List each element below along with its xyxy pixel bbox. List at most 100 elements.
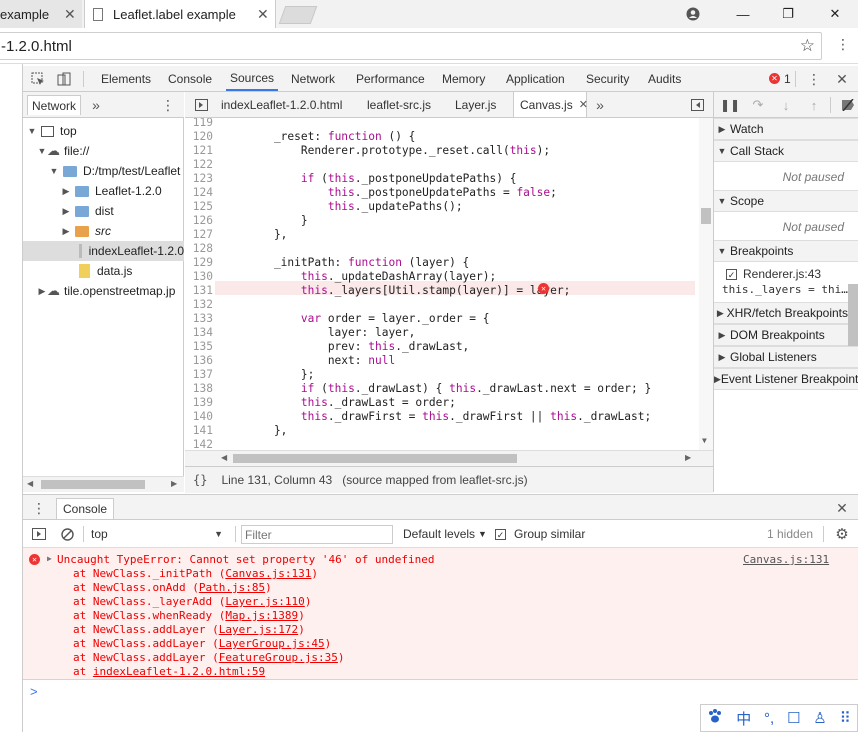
breakpoint-item[interactable]: ✓ Renderer.js:43 bbox=[726, 267, 821, 281]
navigator-scrollbar[interactable]: ◀ ▶ bbox=[23, 476, 184, 492]
expand-arrow-icon[interactable]: ▶ bbox=[61, 186, 71, 197]
ime-menu-icon[interactable]: ⠿ bbox=[840, 709, 851, 727]
line-number[interactable]: 142 bbox=[185, 438, 213, 450]
error-marker-icon[interactable]: ✕ bbox=[538, 283, 549, 294]
log-levels-dropdown[interactable]: Default levels ▼ bbox=[403, 525, 487, 543]
inspect-icon[interactable] bbox=[29, 70, 47, 88]
line-number[interactable]: 120 bbox=[185, 130, 213, 143]
line-number[interactable]: 121 bbox=[185, 144, 213, 157]
error-text[interactable]: Uncaught TypeError: Cannot set property … bbox=[57, 553, 435, 566]
scroll-left-icon[interactable]: ◀ bbox=[221, 453, 227, 462]
panel-tab-memory[interactable]: Memory bbox=[442, 66, 485, 91]
panel-tab-performance[interactable]: Performance bbox=[356, 66, 425, 91]
editor-horizontal-scrollbar[interactable]: ◀ ▶ bbox=[185, 450, 713, 466]
panel-tab-application[interactable]: Application bbox=[506, 66, 565, 91]
profile-icon[interactable] bbox=[670, 0, 716, 28]
section-breakpoints[interactable]: ▼ Breakpoints bbox=[714, 240, 858, 262]
line-number[interactable]: 138 bbox=[185, 382, 213, 395]
ime-lang-icon[interactable]: 中 bbox=[736, 708, 751, 729]
ime-toolbar[interactable]: 中 °, ☐ ♙ ⠿ bbox=[700, 704, 858, 732]
line-number[interactable]: 133 bbox=[185, 312, 213, 325]
scrollbar-thumb[interactable] bbox=[41, 480, 145, 489]
panel-tab-console[interactable]: Console bbox=[168, 66, 212, 91]
more-options-icon[interactable]: ⋮ bbox=[807, 70, 821, 88]
toggle-debugger-icon[interactable] bbox=[689, 96, 705, 114]
line-number[interactable]: 123 bbox=[185, 172, 213, 185]
stack-frame-link[interactable]: Map.js:1389 bbox=[225, 609, 298, 622]
tree-item-folder[interactable]: ▶ dist bbox=[23, 201, 184, 221]
section-watch[interactable]: ▶ Watch bbox=[714, 118, 858, 140]
section-event-listener-breakpoints[interactable]: ▶ Event Listener Breakpoints bbox=[714, 368, 858, 390]
line-number[interactable]: 131 bbox=[185, 284, 213, 297]
stack-frame[interactable]: at NewClass.addLayer (LayerGroup.js:45) bbox=[73, 637, 331, 650]
line-number[interactable]: 136 bbox=[185, 354, 213, 367]
error-source-link[interactable]: Canvas.js:131 bbox=[743, 553, 829, 566]
star-icon[interactable]: ☆ bbox=[800, 36, 815, 56]
scrollbar-thumb[interactable] bbox=[233, 454, 517, 463]
ime-user-icon[interactable]: ♙ bbox=[813, 709, 826, 727]
close-icon[interactable]: ✕ bbox=[579, 98, 588, 111]
chevron-right-icon[interactable]: » bbox=[89, 96, 103, 114]
toggle-navigator-icon[interactable] bbox=[193, 96, 209, 114]
close-devtools-icon[interactable]: ✕ bbox=[835, 70, 849, 88]
tree-item-file[interactable]: data.js bbox=[23, 261, 184, 281]
group-similar-checkbox[interactable]: ✓ bbox=[495, 528, 506, 540]
panel-tab-audits[interactable]: Audits bbox=[648, 66, 681, 91]
code-editor[interactable]: 119 120 _reset: function () {121 Renderer… bbox=[185, 118, 713, 450]
expand-arrow-icon[interactable]: ▶ bbox=[47, 554, 52, 563]
line-number[interactable]: 139 bbox=[185, 396, 213, 409]
close-drawer-icon[interactable]: ✕ bbox=[835, 499, 849, 517]
tree-item-folder[interactable]: ▶ Leaflet-1.2.0 bbox=[23, 181, 184, 201]
stack-frame-link[interactable]: indexLeaflet-1.2.0.html:59 bbox=[93, 665, 265, 678]
minimize-button[interactable]: — bbox=[720, 0, 766, 28]
panel-tab-sources[interactable]: Sources bbox=[226, 66, 279, 91]
close-window-button[interactable]: ✕ bbox=[812, 0, 858, 28]
close-icon[interactable]: ✕ bbox=[257, 6, 269, 23]
line-number[interactable]: 141 bbox=[185, 424, 213, 437]
section-xhr-breakpoints[interactable]: ▶ XHR/fetch Breakpoints bbox=[714, 302, 848, 324]
scroll-right-icon[interactable]: ▶ bbox=[171, 479, 177, 488]
stack-frame-link[interactable]: Layer.js:110 bbox=[225, 595, 304, 608]
drawer-tab-console[interactable]: Console bbox=[56, 498, 115, 519]
scroll-left-icon[interactable]: ◀ bbox=[27, 479, 33, 488]
editor-tab[interactable]: Layer.js bbox=[455, 92, 496, 117]
stack-frame-link[interactable]: Layer.js:172 bbox=[219, 623, 298, 636]
tree-item-file-selected[interactable]: indexLeaflet-1.2.0 bbox=[23, 241, 184, 261]
browser-tab-leaflet[interactable]: Leaflet.label example ✕ bbox=[84, 0, 276, 28]
group-similar-toggle[interactable]: ✓ Group similar bbox=[495, 525, 585, 543]
error-counter[interactable]: ✕ 1 bbox=[769, 66, 791, 91]
breakpoint-checkbox[interactable]: ✓ bbox=[726, 268, 737, 280]
deactivate-breakpoints-icon[interactable] bbox=[840, 96, 856, 114]
expand-arrow-icon[interactable]: ▶ bbox=[61, 226, 71, 237]
line-number[interactable]: 140 bbox=[185, 410, 213, 423]
editor-tab[interactable]: leaflet-src.js bbox=[367, 92, 431, 117]
pause-icon[interactable]: ❚❚ bbox=[720, 96, 740, 114]
ime-punct-icon[interactable]: °, bbox=[764, 710, 774, 727]
new-tab-button[interactable] bbox=[278, 6, 318, 24]
expand-arrow-icon[interactable]: ▼ bbox=[49, 166, 59, 176]
stack-frame[interactable]: at indexLeaflet-1.2.0.html:59 bbox=[73, 665, 265, 678]
step-out-icon[interactable]: ↑ bbox=[806, 96, 822, 114]
line-number[interactable]: 128 bbox=[185, 242, 213, 255]
line-number[interactable]: 119 bbox=[185, 118, 213, 129]
line-number[interactable]: 137 bbox=[185, 368, 213, 381]
stack-frame[interactable]: at NewClass.onAdd (Path.js:85) bbox=[73, 581, 272, 594]
navigator-tab-network[interactable]: Network bbox=[27, 95, 82, 115]
tree-item-folder[interactable]: ▼ D:/tmp/test/Leaflet bbox=[23, 161, 184, 181]
line-number[interactable]: 134 bbox=[185, 326, 213, 339]
step-into-icon[interactable]: ↓ bbox=[778, 96, 794, 114]
console-sidebar-icon[interactable] bbox=[31, 526, 47, 542]
sidebar-scrollbar-thumb[interactable] bbox=[848, 284, 858, 346]
stack-frame[interactable]: at NewClass._layerAdd (Layer.js:110) bbox=[73, 595, 311, 608]
pretty-print-button[interactable]: {} bbox=[193, 473, 207, 487]
tree-item-folder[interactable]: ▶ src bbox=[23, 221, 184, 241]
stack-frame-link[interactable]: Path.js:85 bbox=[199, 581, 265, 594]
stack-frame[interactable]: at NewClass.whenReady (Map.js:1389) bbox=[73, 609, 305, 622]
line-number[interactable]: 125 bbox=[185, 200, 213, 213]
chevron-right-icon[interactable]: » bbox=[593, 96, 607, 114]
stack-frame[interactable]: at NewClass.addLayer (FeatureGroup.js:35… bbox=[73, 651, 345, 664]
paw-icon[interactable] bbox=[707, 708, 723, 728]
line-number[interactable]: 127 bbox=[185, 228, 213, 241]
line-number[interactable]: 124 bbox=[185, 186, 213, 199]
expand-arrow-icon[interactable]: ▶ bbox=[37, 286, 47, 297]
